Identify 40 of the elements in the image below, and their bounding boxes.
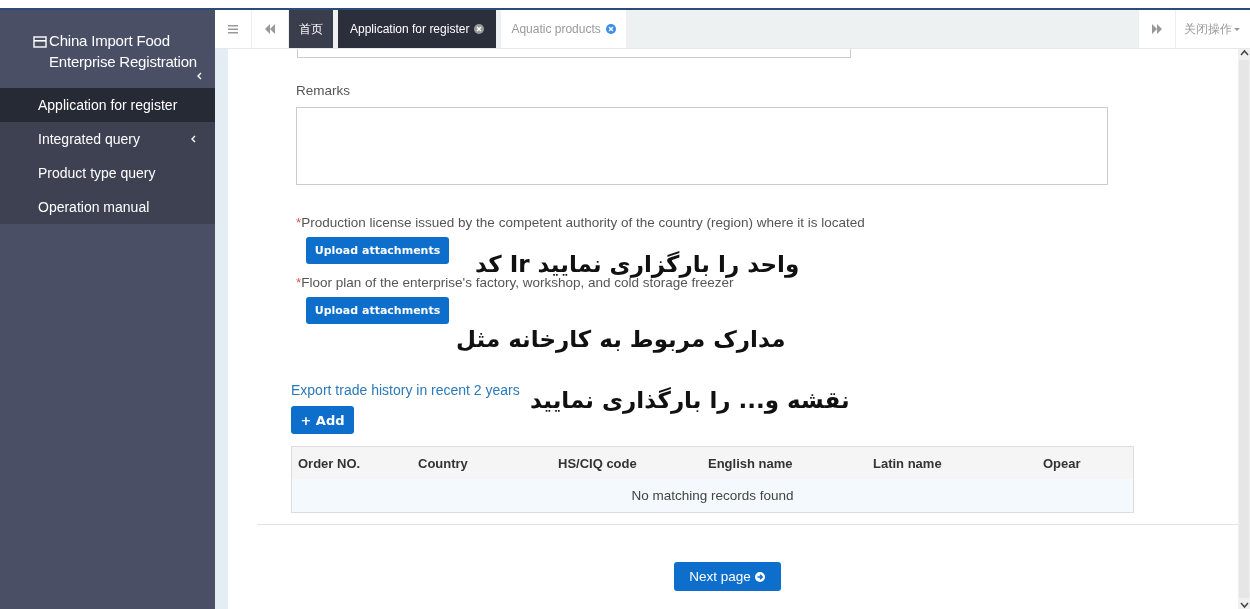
empty-message: No matching records found bbox=[630, 487, 795, 505]
column-header: Latin name bbox=[872, 455, 943, 471]
sidebar-item[interactable]: Application for register bbox=[0, 88, 215, 122]
double-right-icon bbox=[1152, 24, 1162, 34]
double-left-icon bbox=[265, 24, 275, 34]
card-icon bbox=[33, 35, 47, 49]
upload-button[interactable]: Upload attachments bbox=[306, 297, 449, 324]
scrollbar[interactable] bbox=[1238, 49, 1250, 609]
column-header: Country bbox=[417, 455, 469, 471]
field-label: *Production license issued by the competent authority of the country (region) where it is located bbox=[296, 215, 865, 230]
scroll-up-icon bbox=[1239, 49, 1249, 57]
sidebar-item[interactable]: Integrated query bbox=[0, 122, 215, 156]
scroll-right-button[interactable] bbox=[1138, 10, 1176, 48]
field-label: Remarks bbox=[296, 83, 350, 98]
section-title: Export trade history in recent 2 years bbox=[291, 382, 520, 398]
scroll-down-icon bbox=[1239, 601, 1249, 609]
column-header: Order NO. bbox=[297, 455, 362, 471]
sidebar-item[interactable]: Product type query bbox=[0, 156, 215, 190]
caret-icon bbox=[1234, 27, 1240, 31]
arrow-right-icon bbox=[754, 571, 765, 582]
next-page-button[interactable]: Next page bbox=[673, 562, 781, 591]
tab[interactable]: 首页 bbox=[289, 10, 333, 48]
scroll-thumb[interactable] bbox=[1239, 60, 1249, 598]
chevron-icon bbox=[190, 135, 197, 143]
close-icon bbox=[474, 24, 485, 34]
app-title: China Import Food Enterprise Registration bbox=[49, 31, 198, 72]
sidebar-item[interactable]: Operation manual bbox=[0, 190, 215, 224]
close-icon bbox=[605, 24, 616, 34]
annotation-text: نقشه و... را بارگذاری نمایید bbox=[530, 387, 850, 413]
add-button[interactable]: + Add bbox=[291, 406, 354, 434]
column-header: HS/CIQ code bbox=[557, 455, 638, 471]
menu-icon bbox=[228, 24, 238, 34]
upload-button[interactable]: Upload attachments bbox=[306, 237, 449, 264]
annotation-text: مدارک مربوط به کارخانه مثل bbox=[456, 326, 786, 352]
tab[interactable]: Application for register bbox=[338, 10, 497, 48]
input-field[interactable] bbox=[297, 49, 851, 58]
column-header: Opear bbox=[1042, 455, 1082, 471]
collapse-icon bbox=[196, 72, 203, 80]
column-header: English name bbox=[707, 455, 794, 471]
remarks-textarea[interactable] bbox=[296, 107, 1108, 185]
